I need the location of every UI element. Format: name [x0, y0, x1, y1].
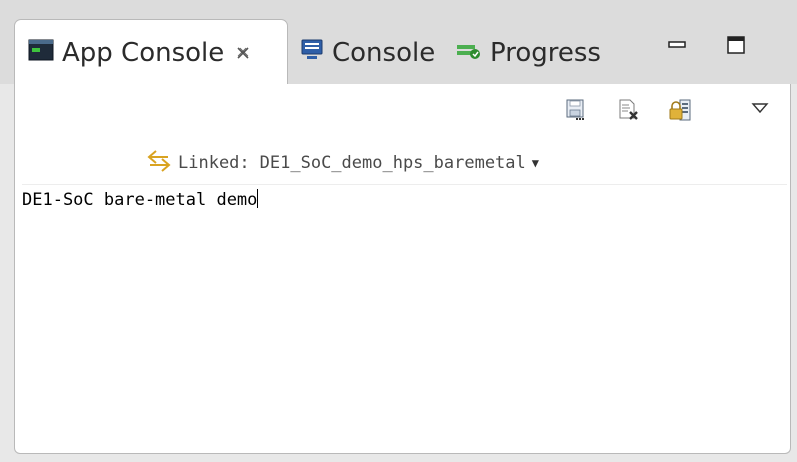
console-output-area[interactable]: DE1-SoC bare-metal demo — [22, 188, 259, 212]
divider — [22, 184, 787, 185]
monitor-icon — [300, 38, 324, 69]
tab-app-console-label: App Console — [62, 38, 225, 68]
linked-target-name[interactable]: DE1_SoC_demo_hps_baremetal — [260, 153, 526, 173]
view-menu-icon[interactable] — [750, 100, 770, 114]
scroll-lock-icon[interactable] — [668, 98, 692, 122]
tab-app-console[interactable]: App Console — [28, 28, 250, 78]
save-icon[interactable] — [564, 98, 588, 122]
clear-console-icon[interactable] — [616, 98, 640, 122]
maximize-icon[interactable] — [721, 30, 751, 60]
tab-console-label: Console — [332, 38, 436, 68]
text-caret — [257, 189, 259, 208]
close-icon[interactable] — [236, 45, 250, 64]
terminal-icon — [28, 38, 54, 68]
tab-progress[interactable]: Progress — [456, 28, 601, 78]
link-arrows-icon — [146, 148, 172, 179]
linked-target-selector[interactable]: Linked: DE1_SoC_demo_hps_baremetal ▼ — [146, 148, 539, 178]
dropdown-arrow-icon[interactable]: ▼ — [532, 156, 539, 170]
console-panel — [14, 84, 791, 454]
linked-label: Linked: — [178, 153, 250, 173]
tab-progress-label: Progress — [490, 38, 601, 68]
progress-icon — [456, 38, 482, 68]
app-console-view: App Console Console Progress Linked: DE1… — [0, 0, 797, 462]
minimize-icon[interactable] — [662, 30, 692, 60]
tab-console[interactable]: Console — [300, 28, 435, 78]
console-output-text: DE1-SoC bare-metal demo — [22, 190, 258, 210]
